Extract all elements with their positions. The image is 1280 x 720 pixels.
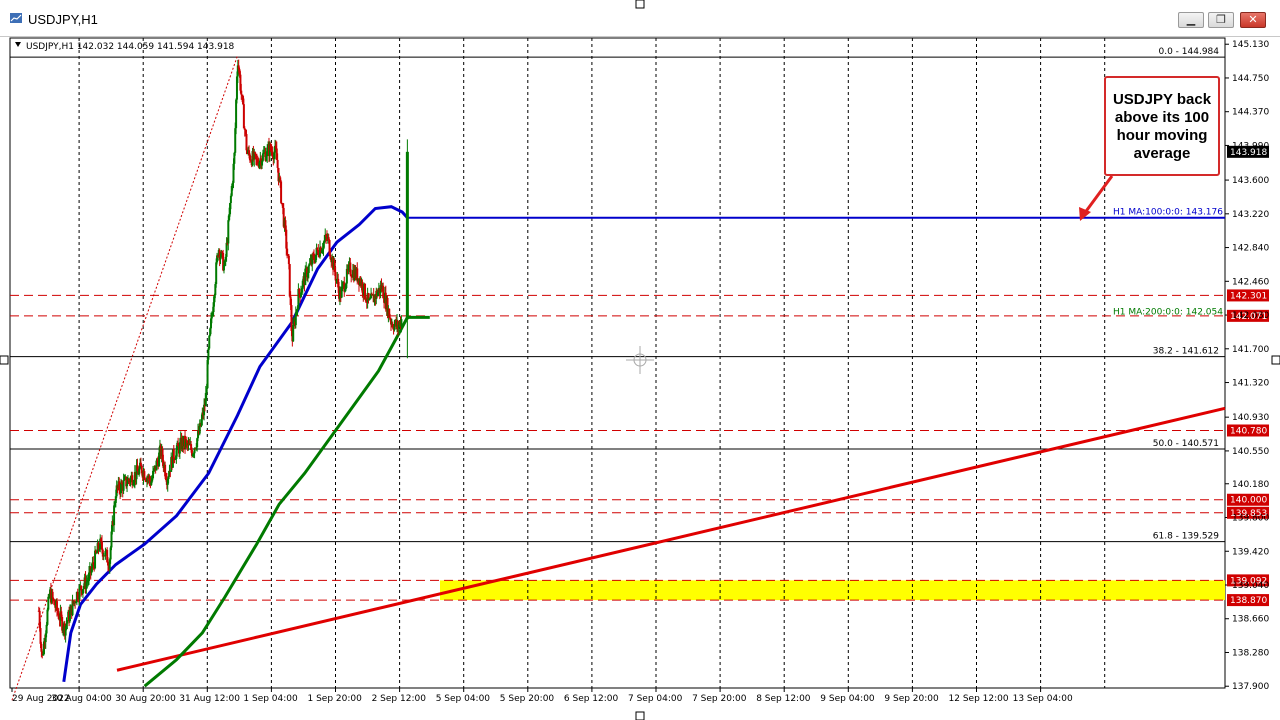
candle-body <box>298 289 301 294</box>
price-tag-label: 139.092 <box>1230 576 1267 586</box>
candle-body <box>129 477 132 483</box>
candle-body <box>361 281 364 293</box>
last-candle-body <box>405 151 409 320</box>
y-tick-label: 137.900 <box>1232 682 1269 692</box>
callout-text: USDJPY back above its 100 hour moving av… <box>1112 91 1212 162</box>
candle-body <box>47 597 50 610</box>
y-tick-label: 144.370 <box>1232 108 1269 118</box>
price-tag-label: 140.780 <box>1230 426 1267 436</box>
x-tick-label: 5 Sep 20:00 <box>500 694 555 704</box>
candle-body <box>292 324 295 342</box>
price-tag-label: 138.870 <box>1230 596 1267 606</box>
y-tick-label: 142.840 <box>1232 244 1269 254</box>
x-tick-label: 9 Sep 04:00 <box>820 694 875 704</box>
candle-body <box>45 624 48 634</box>
candle-body <box>261 153 264 161</box>
x-tick-label: 30 Aug 20:00 <box>115 694 176 704</box>
left-handle <box>0 355 9 365</box>
x-tick-label: 1 Sep 04:00 <box>243 694 298 704</box>
x-tick-label: 6 Sep 12:00 <box>564 694 619 704</box>
x-tick-label: 30 Aug 04:00 <box>51 694 112 704</box>
x-tick-label: 9 Sep 20:00 <box>884 694 939 704</box>
y-tick-label: 145.130 <box>1232 40 1269 50</box>
y-tick-label: 140.180 <box>1232 480 1269 490</box>
candle-body <box>287 255 290 265</box>
candle-body <box>215 262 218 285</box>
candle-body <box>400 319 403 327</box>
candle-body <box>245 134 248 151</box>
y-tick-label: 144.750 <box>1232 74 1269 84</box>
x-tick-label: 5 Sep 04:00 <box>436 694 491 704</box>
candle-body <box>307 265 310 273</box>
y-tick-label: 141.320 <box>1232 379 1269 389</box>
y-tick-label: 143.600 <box>1232 176 1269 186</box>
x-tick-label: 13 Sep 04:00 <box>1013 694 1073 704</box>
y-tick-label: 143.220 <box>1232 210 1269 220</box>
y-tick-label: 142.460 <box>1232 277 1269 287</box>
fib-label: 61.8 - 139.529 <box>1153 532 1219 542</box>
candle-body <box>205 388 208 393</box>
x-tick-label: 8 Sep 12:00 <box>756 694 811 704</box>
candle-body <box>51 591 54 599</box>
y-tick-label: 141.700 <box>1232 345 1269 355</box>
y-tick-label: 140.550 <box>1232 447 1269 457</box>
price-tag-label: 142.301 <box>1230 291 1267 301</box>
candle-body <box>364 283 367 299</box>
candle-body <box>40 643 43 652</box>
candle-body <box>299 292 302 298</box>
price-tag-label: 140.000 <box>1230 496 1267 506</box>
y-tick-label: 140.930 <box>1232 413 1269 423</box>
candle-body <box>242 104 245 129</box>
candle-body <box>208 335 211 349</box>
candle-body <box>66 620 69 624</box>
candle-body <box>78 586 81 600</box>
candle-body <box>280 181 283 203</box>
y-tick-label: 139.420 <box>1232 547 1269 557</box>
candle-body <box>227 220 230 244</box>
candle-body <box>235 99 238 129</box>
current-price-label: 143.918 <box>1230 148 1267 158</box>
candle-body <box>240 90 243 95</box>
right-handle <box>1271 355 1280 365</box>
price-chart[interactable]: 0.0 - 144.984 38.2 - 141.612 50.0 - 140.57… <box>0 0 1280 720</box>
candle-body <box>100 541 103 550</box>
symbol-info: USDJPY,H1 142.032 144.059 141.594 143.91… <box>26 42 235 52</box>
ma100-label: H1 MA:100:0:0: 143.176 <box>1113 208 1223 218</box>
x-tick-label: 31 Aug 12:00 <box>179 694 240 704</box>
fib-label: 50.0 - 140.571 <box>1153 439 1219 449</box>
price-tag-label: 139.853 <box>1230 509 1267 519</box>
candle-body <box>369 298 372 300</box>
chart-window: USDJPY,H1 ▁ ❐ ✕ 0.0 - 144.984 38.2 - 141.… <box>0 0 1280 720</box>
fib-label: 38.2 - 141.612 <box>1153 347 1219 357</box>
y-tick-label: 138.660 <box>1232 615 1269 625</box>
x-tick-label: 7 Sep 04:00 <box>628 694 683 704</box>
x-tick-label: 7 Sep 20:00 <box>692 694 747 704</box>
annotation-callout: USDJPY back above its 100 hour moving av… <box>1104 76 1220 176</box>
candle-body <box>276 159 279 168</box>
bottom-handle <box>635 711 645 720</box>
candle-body <box>80 585 83 591</box>
price-tag-label: 142.071 <box>1230 312 1267 322</box>
ma200-label: H1 MA:200:0:0: 142.054 <box>1113 307 1223 317</box>
fib-label: 0.0 - 144.984 <box>1159 47 1220 57</box>
candle-body <box>113 505 116 526</box>
y-tick-label: 138.280 <box>1232 648 1269 658</box>
candle-body <box>207 348 210 360</box>
candle-body <box>46 609 49 625</box>
x-tick-label: 2 Sep 12:00 <box>372 694 427 704</box>
candle-body <box>143 471 146 480</box>
candle-body <box>178 442 181 454</box>
candle-body <box>266 147 269 157</box>
top-handle <box>635 0 645 9</box>
x-tick-label: 1 Sep 20:00 <box>308 694 363 704</box>
candle-body <box>39 628 42 644</box>
candle-body <box>286 248 289 255</box>
x-tick-label: 12 Sep 12:00 <box>949 694 1009 704</box>
candle-body <box>68 610 71 622</box>
support-zone <box>440 580 1225 601</box>
candle-body <box>122 480 125 491</box>
